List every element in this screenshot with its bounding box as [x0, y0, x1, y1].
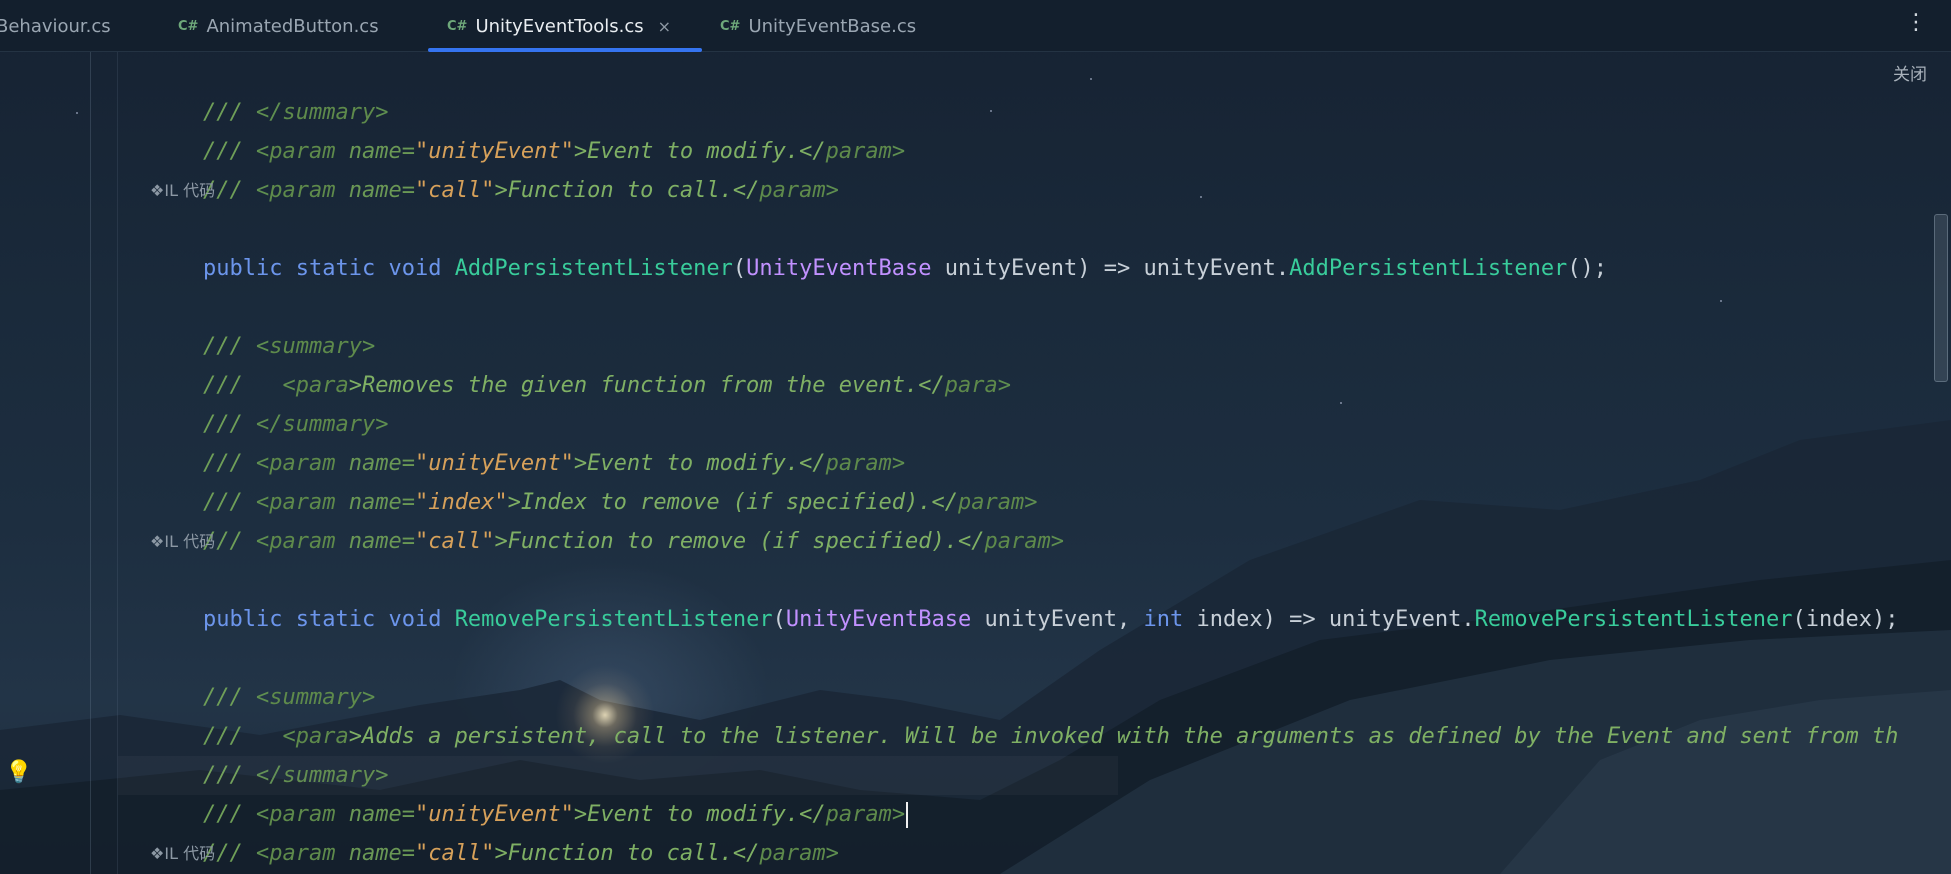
tab-label: UnityEventBase.cs [748, 15, 917, 37]
code-line-current: /// <param name="unityEvent">Event to mo… [118, 756, 1118, 828]
star [990, 110, 992, 112]
scrollbar-thumb[interactable] [1934, 214, 1948, 382]
code-line: /// <summary> [202, 334, 376, 359]
code-line: /// <param name="call">Function to remov… [202, 529, 1064, 554]
tab-animated-button[interactable]: C# AnimatedButton.cs [178, 0, 379, 52]
tab-label: Behaviour.cs [0, 15, 111, 37]
code-line: public static void AddPersistentListener… [202, 256, 1608, 281]
il-code-hint[interactable]: ❖IL 代码 [150, 171, 215, 210]
tab-unity-event-base[interactable]: C# UnityEventBase.cs [720, 0, 916, 52]
tab-label: AnimatedButton.cs [206, 15, 379, 37]
code-line: /// <param name="unityEvent">Event to mo… [202, 139, 906, 164]
editor-tab-bar: Behaviour.cs C# AnimatedButton.cs C# Uni… [0, 0, 1951, 52]
star [1340, 402, 1342, 404]
code-line: /// <para>Removes the given function fro… [202, 373, 1011, 398]
code-line: /// <param name="call">Function to call.… [202, 841, 839, 866]
code-line: /// <param name="unityEvent">Event to mo… [202, 451, 906, 476]
code-line: /// <summary> [202, 685, 376, 710]
more-options-icon[interactable]: ⋮ [1905, 10, 1927, 35]
tab-label: UnityEventTools.cs [475, 15, 644, 37]
tab-unity-event-tools[interactable]: C# UnityEventTools.cs × [428, 0, 702, 52]
code-line: /// </summary> [202, 763, 389, 788]
lightbulb-icon[interactable]: 💡 [5, 760, 32, 785]
code-line: public static void RemovePersistentListe… [202, 607, 1899, 632]
text-caret [906, 802, 909, 828]
code-line: /// </summary> [202, 412, 389, 437]
close-button[interactable]: 关闭 [1893, 60, 1927, 85]
code-line: /// <param name="call">Function to call.… [202, 178, 839, 203]
code-line: /// <param name="index">Index to remove … [202, 490, 1038, 515]
csharp-file-icon: C# [178, 18, 199, 34]
il-code-hint[interactable]: ❖IL 代码 [150, 522, 215, 561]
indent-guide [117, 52, 118, 874]
code-line: /// <para>Adds a persistent, call to the… [202, 724, 1899, 749]
csharp-file-icon: C# [447, 18, 468, 34]
star [76, 112, 78, 114]
star [1720, 300, 1722, 302]
close-tab-icon[interactable]: × [658, 17, 671, 36]
vertical-scrollbar[interactable] [1927, 52, 1951, 874]
csharp-file-icon: C# [720, 18, 741, 34]
star [1090, 78, 1092, 80]
tab-behaviour[interactable]: Behaviour.cs [0, 0, 111, 52]
gutter-divider [90, 52, 91, 874]
il-code-hint[interactable]: ❖IL 代码 [150, 834, 215, 873]
star [1200, 196, 1202, 198]
code-line: /// </summary> [202, 100, 389, 125]
